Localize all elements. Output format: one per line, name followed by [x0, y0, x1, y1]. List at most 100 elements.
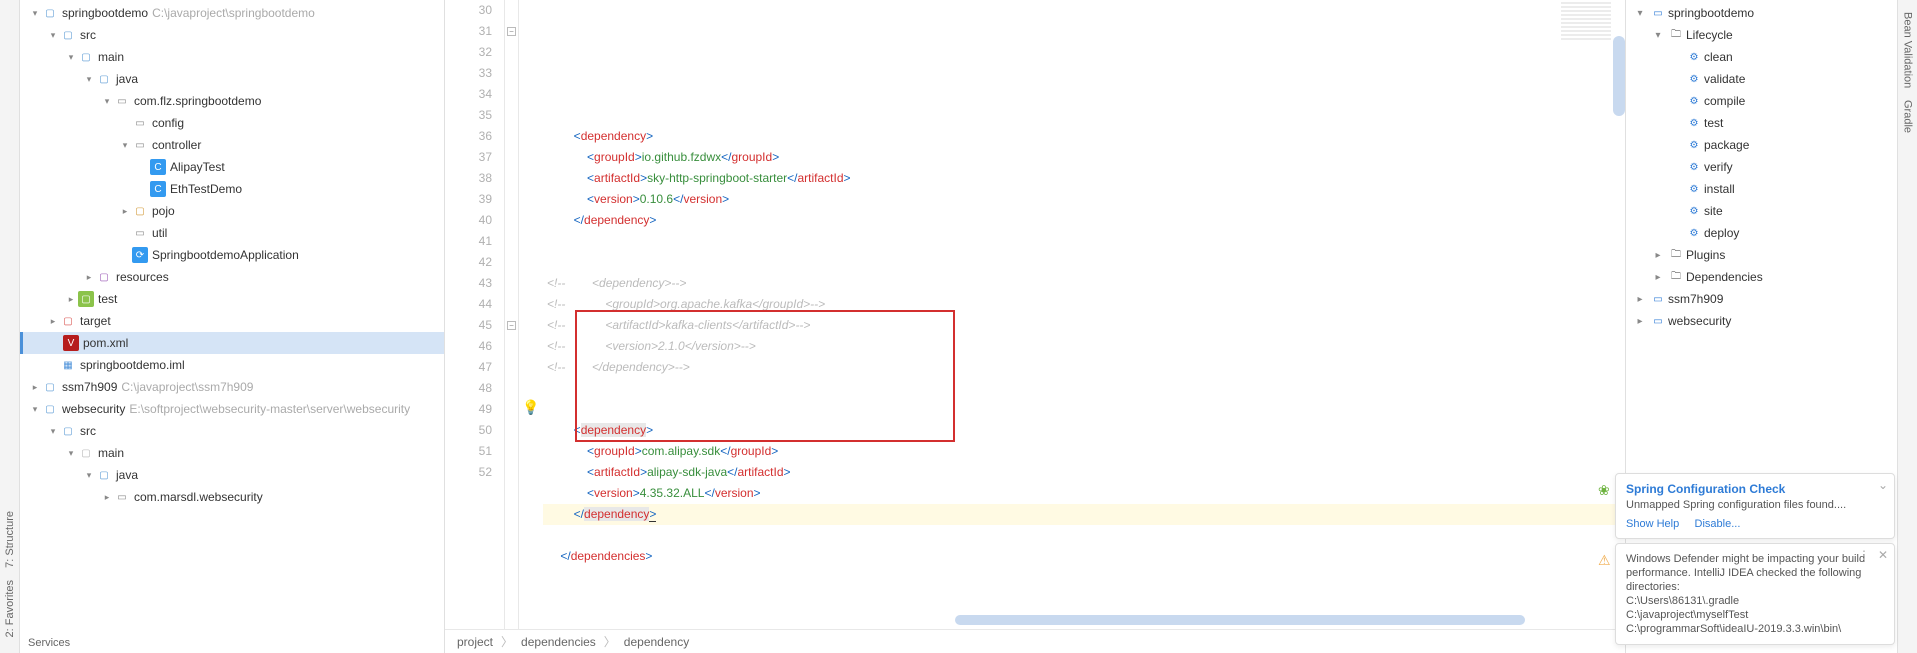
expand-arrow-icon[interactable]: ▾ — [1632, 8, 1648, 19]
expand-arrow-icon[interactable]: ▾ — [46, 426, 60, 437]
expand-arrow-icon[interactable]: ▾ — [64, 52, 78, 63]
tree-item[interactable]: ▸▭com.marsdl.websecurity — [20, 486, 444, 508]
chevron-down-icon[interactable]: ⌄ — [1878, 478, 1888, 492]
maven-item[interactable]: ⚙site — [1626, 200, 1897, 222]
maven-item[interactable]: ▸🗀Dependencies — [1626, 266, 1897, 288]
expand-arrow-icon[interactable]: ▾ — [100, 96, 114, 107]
statusbar[interactable]: Services — [20, 633, 70, 653]
expand-arrow-icon[interactable]: ▸ — [64, 294, 78, 305]
tree-item[interactable]: ▾▢main — [20, 442, 444, 464]
code-line[interactable]: </dependency> — [543, 210, 1625, 231]
maven-item[interactable]: ⚙validate — [1626, 68, 1897, 90]
maven-item[interactable]: ⚙clean — [1626, 46, 1897, 68]
tree-item[interactable]: ▸▢target — [20, 310, 444, 332]
expand-arrow-icon[interactable]: ▸ — [1632, 316, 1648, 327]
minimap-icon[interactable] — [1561, 0, 1611, 40]
expand-arrow-icon[interactable]: ▾ — [118, 140, 132, 151]
close-icon[interactable]: ✕ — [1878, 548, 1888, 562]
code-line[interactable] — [543, 399, 1625, 420]
expand-arrow-icon[interactable]: ▾ — [28, 404, 42, 415]
breadcrumb[interactable]: project〉 dependencies〉 dependency — [445, 629, 1625, 653]
tree-item[interactable]: ▾▢src — [20, 420, 444, 442]
tree-item[interactable]: ▭config — [20, 112, 444, 134]
expand-arrow-icon[interactable]: ▾ — [82, 470, 96, 481]
expand-arrow-icon[interactable]: ▸ — [82, 272, 96, 283]
tree-item[interactable]: ▸▢resources — [20, 266, 444, 288]
expand-arrow-icon[interactable]: ▸ — [46, 316, 60, 327]
maven-item[interactable]: ▸🗀Plugins — [1626, 244, 1897, 266]
code-line[interactable]: <version>4.35.32.ALL</version> — [543, 483, 1625, 504]
code-line[interactable] — [543, 252, 1625, 273]
code-line[interactable]: </dependencies> — [543, 546, 1625, 567]
maven-item[interactable]: ⚙deploy — [1626, 222, 1897, 244]
maven-item[interactable]: ▸▭websecurity — [1626, 310, 1897, 332]
tree-item[interactable]: ▸▢ssm7h909C:\javaproject\ssm7h909 — [20, 376, 444, 398]
more-icon[interactable]: ⋮ — [1858, 548, 1870, 562]
tree-item[interactable]: ▾▢java — [20, 68, 444, 90]
code-line[interactable]: <!-- <groupId>org.apache.kafka</groupId>… — [543, 294, 1625, 315]
structure-tool[interactable]: 7: Structure — [2, 505, 18, 574]
code-line[interactable]: </dependency> — [543, 504, 1625, 525]
code-line[interactable]: <!-- <artifactId>kafka-clients</artifact… — [543, 315, 1625, 336]
tree-item[interactable]: ▾▭com.flz.springbootdemo — [20, 90, 444, 112]
code-line[interactable]: <artifactId>sky-http-springboot-starter<… — [543, 168, 1625, 189]
code-line[interactable]: <!-- <dependency>--> — [543, 273, 1625, 294]
maven-item[interactable]: ▸▭ssm7h909 — [1626, 288, 1897, 310]
tree-item[interactable]: ▭util — [20, 222, 444, 244]
tree-item[interactable]: ▦springbootdemo.iml — [20, 354, 444, 376]
tree-item[interactable]: ⟳SpringbootdemoApplication — [20, 244, 444, 266]
code-line[interactable]: <!-- <version>2.1.0</version>--> — [543, 336, 1625, 357]
code-line[interactable]: <dependency> — [543, 420, 1625, 441]
expand-arrow-icon[interactable]: ▸ — [100, 492, 114, 503]
expand-arrow-icon[interactable]: ▸ — [1650, 272, 1666, 283]
bean-validation-tool[interactable]: Bean Validation — [1900, 6, 1916, 94]
expand-arrow-icon[interactable]: ▸ — [1632, 294, 1648, 305]
expand-arrow-icon[interactable]: ▾ — [1650, 30, 1666, 41]
expand-arrow-icon[interactable]: ▾ — [82, 74, 96, 85]
code-line[interactable] — [543, 525, 1625, 546]
code-line[interactable]: <!-- </dependency>--> — [543, 357, 1625, 378]
code-line[interactable]: <artifactId>alipay-sdk-java</artifactId> — [543, 462, 1625, 483]
fold-toggle-icon[interactable]: − — [507, 27, 516, 36]
maven-item[interactable]: ⚙compile — [1626, 90, 1897, 112]
code-line[interactable]: <groupId>io.github.fzdwx</groupId> — [543, 147, 1625, 168]
horizontal-scrollbar[interactable] — [955, 615, 1525, 625]
maven-item[interactable]: ▾🗀Lifecycle — [1626, 24, 1897, 46]
vertical-scrollbar[interactable] — [1613, 36, 1625, 116]
maven-item[interactable]: ▾▭springbootdemo — [1626, 2, 1897, 24]
tree-item[interactable]: Vpom.xml — [20, 332, 444, 354]
breadcrumb-item[interactable]: project — [453, 635, 497, 649]
code-line[interactable]: <groupId>com.alipay.sdk</groupId> — [543, 441, 1625, 462]
tree-item[interactable]: CEthTestDemo — [20, 178, 444, 200]
breadcrumb-item[interactable]: dependency — [620, 635, 693, 649]
code-line[interactable] — [543, 378, 1625, 399]
expand-arrow-icon[interactable]: ▾ — [64, 448, 78, 459]
maven-item[interactable]: ⚙install — [1626, 178, 1897, 200]
tree-item[interactable]: ▾▢springbootdemoC:\javaproject\springboo… — [20, 2, 444, 24]
maven-item[interactable]: ⚙verify — [1626, 156, 1897, 178]
tree-item[interactable]: ▾▢main — [20, 46, 444, 68]
tree-item[interactable]: ▸▢pojo — [20, 200, 444, 222]
fold-toggle-icon[interactable]: − — [507, 321, 516, 330]
expand-arrow-icon[interactable]: ▸ — [28, 382, 42, 393]
code-area[interactable]: <dependency> <groupId>io.github.fzdwx</g… — [543, 0, 1625, 629]
tree-item[interactable]: ▾▭controller — [20, 134, 444, 156]
code-line[interactable]: <dependency> — [543, 126, 1625, 147]
disable-link[interactable]: Disable... — [1695, 518, 1741, 530]
tree-item[interactable]: ▾▢java — [20, 464, 444, 486]
spring-config-notification[interactable]: ❀ Spring Configuration Check Unmapped Sp… — [1615, 473, 1895, 539]
code-line[interactable] — [543, 105, 1625, 126]
tree-item[interactable]: CAlipayTest — [20, 156, 444, 178]
maven-item[interactable]: ⚙test — [1626, 112, 1897, 134]
expand-arrow-icon[interactable]: ▾ — [28, 8, 42, 19]
expand-arrow-icon[interactable]: ▸ — [118, 206, 132, 217]
code-line[interactable]: <version>0.10.6</version> — [543, 189, 1625, 210]
show-help-link[interactable]: Show Help — [1626, 518, 1679, 530]
tree-item[interactable]: ▾▢websecurityE:\softproject\websecurity-… — [20, 398, 444, 420]
expand-arrow-icon[interactable]: ▸ — [1650, 250, 1666, 261]
tree-item[interactable]: ▾▢src — [20, 24, 444, 46]
fold-column[interactable]: −− — [505, 0, 519, 629]
tree-item[interactable]: ▸▢test — [20, 288, 444, 310]
breadcrumb-item[interactable]: dependencies — [517, 635, 600, 649]
project-tree[interactable]: ▾▢springbootdemoC:\javaproject\springboo… — [20, 0, 445, 653]
